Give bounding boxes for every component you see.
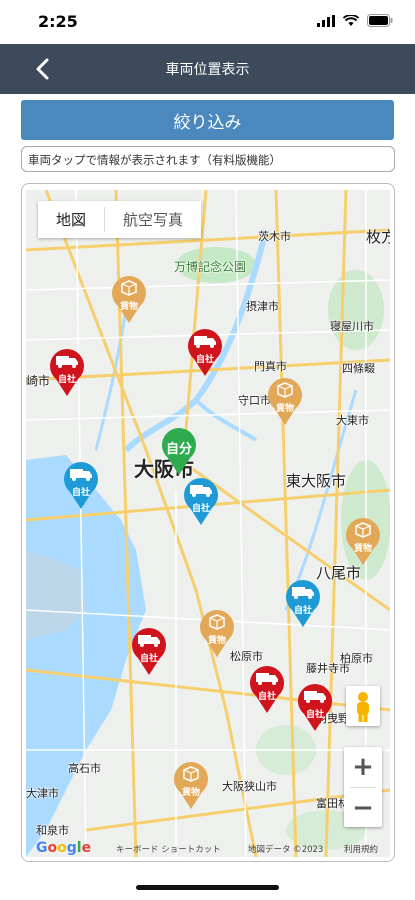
zoom-out-button[interactable]: − [344, 788, 382, 828]
zoom-in-button[interactable]: + [344, 747, 382, 787]
home-indicator [136, 885, 279, 890]
map-view[interactable]: 地図 航空写真 万博記念公園 茨木市 枚方 摂津市 寝屋川市 門真市 四條畷 守… [26, 190, 390, 857]
place-label: 高石市 [68, 762, 101, 775]
place-label: 四條畷 [342, 362, 375, 375]
place-label: 摂津市 [246, 300, 279, 313]
place-label: 大東市 [336, 414, 369, 427]
vehicle-marker[interactable]: 自社 [296, 682, 334, 732]
map-type-aerial-tab[interactable]: 航空写真 [105, 201, 201, 238]
marker-label: 貨物 [275, 404, 294, 414]
google-logo: Google [36, 840, 92, 856]
filter-button[interactable]: 絞り込み [21, 100, 394, 140]
place-label: 大津市 [26, 787, 59, 800]
wifi-icon [343, 14, 359, 26]
marker-label: 貨物 [119, 302, 138, 312]
cargo-marker[interactable]: 貨物 [344, 516, 382, 566]
marker-label: 貨物 [353, 544, 372, 554]
keyboard-shortcut-link[interactable]: キーボード ショートカット [116, 843, 221, 855]
vehicle-marker[interactable]: 自社 [130, 626, 168, 676]
marker-label: 貨物 [207, 636, 226, 646]
status-time: 2:25 [38, 12, 78, 31]
vehicle-marker[interactable]: 自社 [248, 664, 286, 714]
place-label: 大阪狭山市 [222, 780, 277, 793]
place-label: 和泉市 [36, 824, 69, 837]
place-label: 柏原市 [340, 652, 373, 665]
self-location-marker[interactable]: 自分 [160, 426, 198, 476]
marker-label: 自社 [305, 710, 324, 720]
place-label: 門真市 [254, 360, 287, 373]
marker-label: 自社 [71, 488, 90, 498]
map-type-control: 地図 航空写真 [38, 201, 202, 238]
vehicle-marker[interactable]: 自社 [182, 476, 220, 526]
vehicle-marker[interactable]: 自社 [62, 460, 100, 510]
nav-bar: 車両位置表示 [0, 44, 415, 94]
battery-icon [367, 14, 393, 27]
map-type-map-tab[interactable]: 地図 [38, 201, 104, 238]
signal-icon [317, 14, 335, 27]
marker-label: 貨物 [181, 788, 200, 798]
place-label: 枚方 [366, 228, 390, 246]
place-label: 万博記念公園 [174, 260, 247, 274]
marker-label: 自社 [195, 355, 214, 365]
place-label: 寝屋川市 [330, 320, 374, 333]
cargo-marker[interactable]: 貨物 [110, 274, 148, 324]
map-attribution: Google キーボード ショートカット 地図データ ©2023 利用規約 [26, 840, 390, 857]
status-icons [317, 14, 393, 27]
terms-link[interactable]: 利用規約 [344, 843, 378, 855]
marker-label: 自社 [257, 692, 276, 702]
map-frame: 地図 航空写真 万博記念公園 茨木市 枚方 摂津市 寝屋川市 門真市 四條畷 守… [21, 183, 395, 862]
page-title: 車両位置表示 [165, 62, 250, 78]
marker-label: 自分 [165, 442, 192, 457]
status-bar: 2:25 [0, 0, 415, 44]
marker-label: 自社 [293, 606, 312, 616]
marker-label: 自社 [191, 504, 210, 514]
cargo-marker[interactable]: 貨物 [172, 760, 210, 810]
place-label-higashiosaka: 東大阪市 [286, 472, 347, 490]
vehicle-marker[interactable]: 自社 [186, 327, 224, 377]
map-data-text: 地図データ ©2023 [248, 845, 324, 855]
place-label: 崎市 [26, 374, 51, 388]
marker-label: 自社 [57, 375, 76, 385]
pegman-icon [357, 692, 369, 722]
zoom-control: + − [344, 747, 382, 827]
street-view-button[interactable] [346, 686, 380, 726]
marker-label: 自社 [139, 654, 158, 664]
vehicle-marker[interactable]: 自社 [284, 578, 322, 628]
place-label: 茨木市 [258, 230, 291, 243]
info-text: 車両タップで情報が表示されます（有料版機能） [21, 146, 395, 172]
cargo-marker[interactable]: 貨物 [266, 376, 304, 426]
vehicle-marker[interactable]: 自社 [48, 347, 86, 397]
cargo-marker[interactable]: 貨物 [198, 608, 236, 658]
